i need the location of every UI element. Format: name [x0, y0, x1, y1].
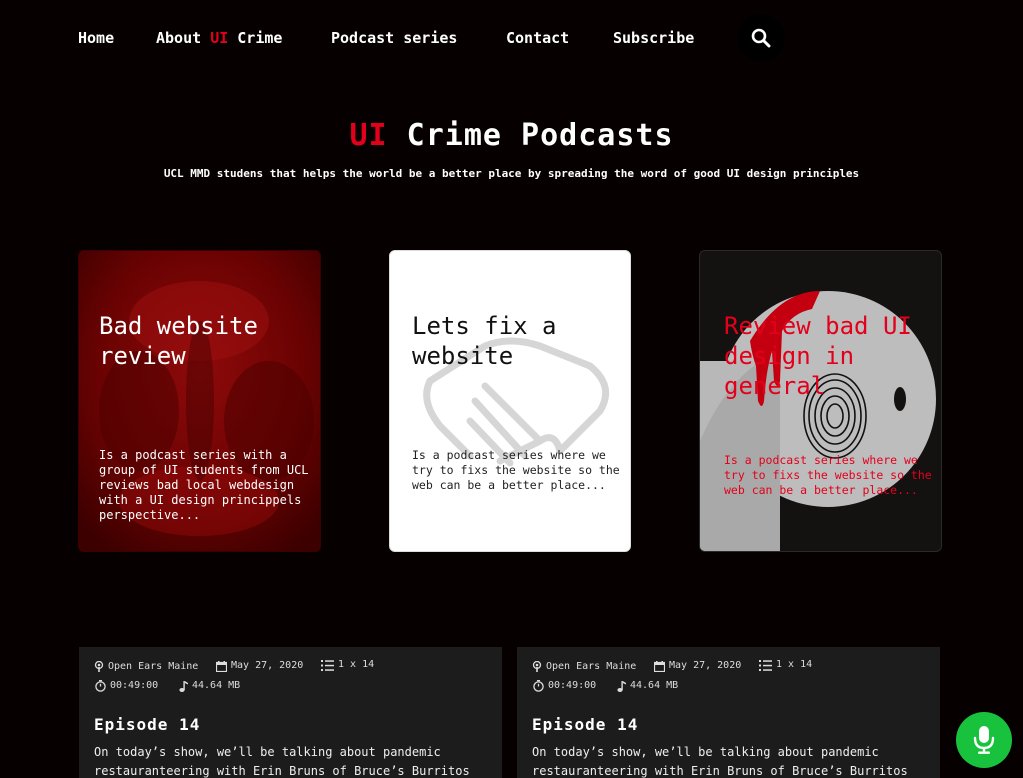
episode-size-text: 44.64 MB — [192, 680, 241, 691]
episode-duration: 00:49:00 — [533, 680, 596, 692]
episode-show: Open Ears Maine — [532, 661, 636, 673]
episode-date-text: May 27, 2020 — [231, 660, 304, 671]
episode-show-name: Open Ears Maine — [546, 661, 637, 672]
episode-description: On today’s show, we’ll be talking about … — [94, 745, 470, 778]
nav-about-accent: UI — [210, 29, 229, 47]
episode-show: Open Ears Maine — [94, 661, 198, 673]
series-card-lets-fix-a-website[interactable]: Lets fix a website Is a podcast series w… — [389, 250, 631, 552]
episode-card[interactable]: Open Ears Maine May 27, 2020 1 x 14 00:4… — [517, 647, 940, 778]
episode-duration-text: 00:49:00 — [110, 680, 159, 691]
calendar-icon — [216, 660, 227, 672]
series-title: Lets fix a website — [412, 312, 557, 370]
episode-duration: 00:49:00 — [95, 680, 158, 692]
list-icon — [321, 659, 334, 671]
episode-size: 44.64 MB — [617, 680, 678, 692]
episode-title[interactable]: Episode 14 — [94, 715, 200, 735]
page-title-rest: Crime Podcasts — [387, 118, 674, 153]
episode-size: 44.64 MB — [179, 680, 240, 692]
episode-count-text: 1 x 14 — [338, 659, 375, 670]
page-title: UI Crime Podcasts — [0, 118, 1023, 154]
music-note-icon — [179, 680, 188, 692]
stopwatch-icon — [95, 680, 106, 692]
series-title: Review bad UI design in general — [724, 312, 912, 400]
episode-card[interactable]: Open Ears Maine May 27, 2020 1 x 14 00:4… — [79, 647, 502, 778]
episode-count: 1 x 14 — [759, 659, 812, 671]
stopwatch-icon — [533, 680, 544, 692]
calendar-icon — [654, 660, 665, 672]
series-description: Is a podcast series where we try to fixs… — [724, 453, 932, 497]
episode-date: May 27, 2020 — [216, 660, 303, 672]
podcast-icon — [532, 661, 542, 672]
fingerprint-blood-illustration — [700, 291, 936, 551]
episode-count: 1 x 14 — [321, 659, 374, 671]
nav-about-suffix: Crime — [228, 29, 283, 47]
episode-size-text: 44.64 MB — [630, 680, 679, 691]
episode-date: May 27, 2020 — [654, 660, 741, 672]
nav-about-prefix: About — [156, 29, 211, 47]
nav-about[interactable]: About UI Crime — [156, 29, 282, 47]
episode-count-text: 1 x 14 — [776, 659, 813, 670]
series-card-bad-website-review[interactable]: Bad website review Is a podcast series w… — [78, 250, 321, 552]
nav-contact[interactable]: Contact — [506, 29, 569, 47]
episode-description: On today’s show, we’ll be talking about … — [532, 745, 908, 778]
handshake-icon — [423, 337, 610, 467]
series-card-review-bad-ui-design[interactable]: Review bad UI design in general Is a pod… — [699, 250, 942, 552]
nav-home[interactable]: Home — [78, 29, 114, 47]
nav-subscribe[interactable]: Subscribe — [613, 29, 694, 47]
music-note-icon — [617, 680, 626, 692]
microphone-button[interactable] — [956, 712, 1012, 768]
page-subtitle: UCL MMD studens that helps the world be … — [163, 167, 860, 180]
episode-duration-text: 00:49:00 — [548, 680, 597, 691]
series-title: Bad website review — [99, 312, 258, 370]
nav-podcast-series[interactable]: Podcast series — [331, 29, 457, 47]
series-description: Is a podcast series with a group of UI s… — [99, 448, 309, 522]
page-title-accent: UI — [349, 118, 388, 153]
podcast-icon — [94, 661, 104, 672]
search-icon — [751, 28, 771, 48]
episode-title[interactable]: Episode 14 — [532, 715, 638, 735]
episode-show-name: Open Ears Maine — [108, 661, 199, 672]
episode-date-text: May 27, 2020 — [669, 660, 742, 671]
list-icon — [759, 659, 772, 671]
main-nav: Home About UI Crime Podcast series Conta… — [78, 29, 798, 47]
search-button[interactable] — [737, 14, 785, 62]
series-description: Is a podcast series where we try to fixs… — [412, 448, 620, 492]
microphone-icon — [973, 726, 995, 754]
